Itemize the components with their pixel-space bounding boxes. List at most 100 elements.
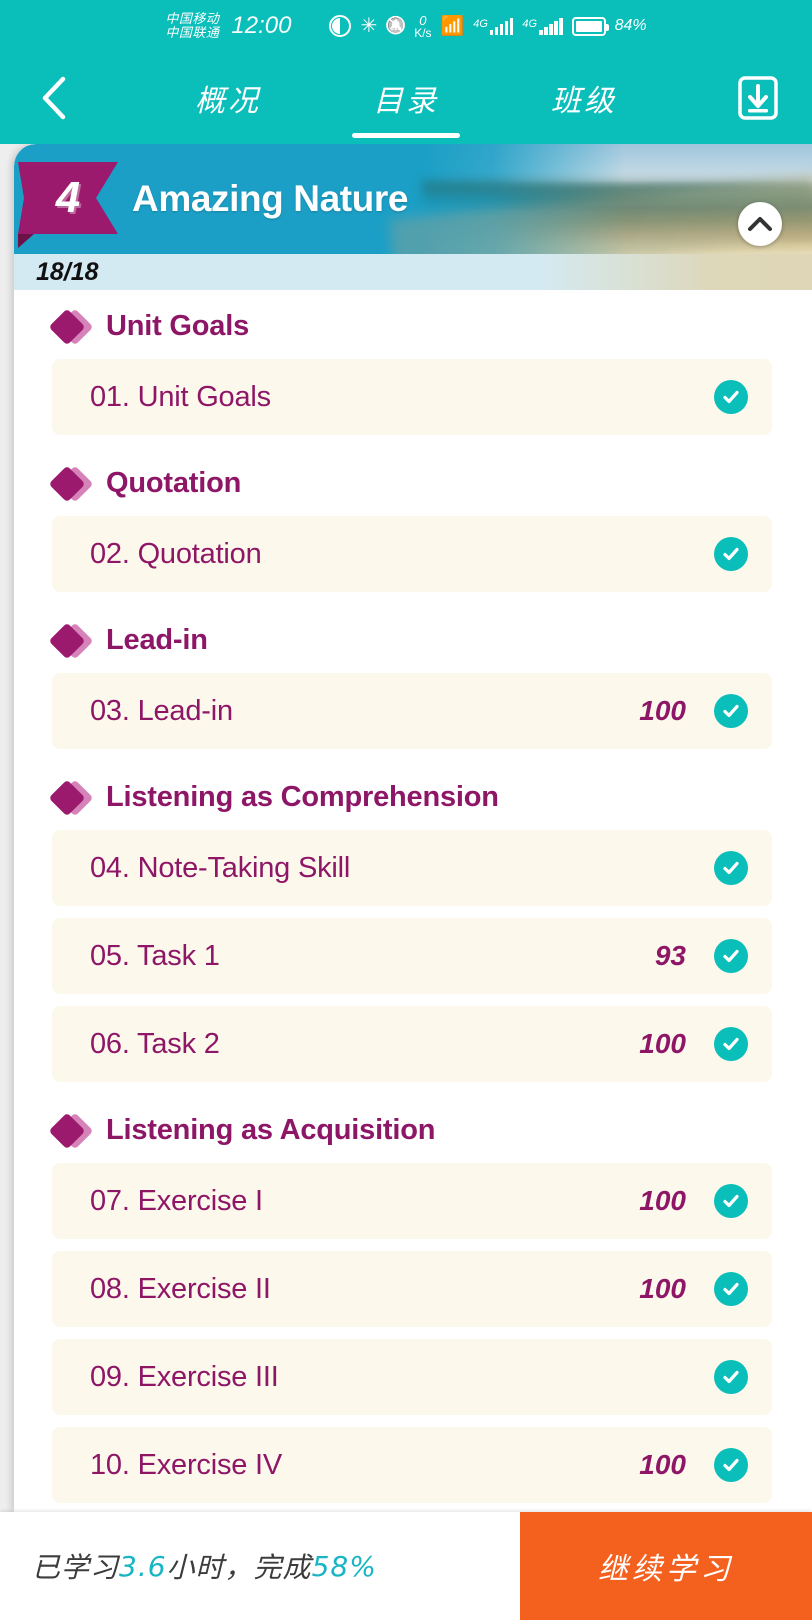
signal-bars-2-icon <box>539 17 563 35</box>
list-item-score: 100 <box>639 1273 686 1304</box>
summary-percent: 58% <box>311 1549 377 1583</box>
app-root: 中国移动 中国联通 12:00 ✳ 0 K/s 📶 4G 4G 84% <box>0 0 812 1620</box>
collapse-unit-button[interactable] <box>738 202 782 246</box>
section-header: Listening as Acquisition <box>14 1094 812 1163</box>
network-speed-value: 0 <box>419 12 427 28</box>
carrier-names: 中国移动 中国联通 <box>165 12 219 39</box>
list-item-label: 02. Quotation <box>90 537 262 570</box>
status-bar-left: 中国移动 中国联通 12:00 <box>165 12 291 40</box>
summary-middle: 小时，完成 <box>166 1551 312 1584</box>
chevron-up-icon <box>748 217 772 231</box>
unit-progress-count: 18/18 <box>36 257 99 286</box>
list-item-label: 08. Exercise II <box>90 1272 271 1305</box>
status-bar-right: ✳ 0 K/s 📶 4G 4G 84% <box>329 14 647 39</box>
list-item[interactable]: 07. Exercise I 100 <box>52 1163 772 1239</box>
diamond-bullet-icon <box>52 782 92 814</box>
completed-check-icon <box>714 1272 748 1306</box>
list-item-label: 05. Task 1 <box>90 939 220 972</box>
section-header: Unit Goals <box>14 290 812 359</box>
list-item-label: 06. Task 2 <box>90 1027 220 1060</box>
completed-check-icon <box>714 1360 748 1394</box>
tab-contents[interactable]: 目录 <box>373 52 439 144</box>
list-item-score: 100 <box>639 1185 686 1216</box>
lesson-list: Unit Goals 01. Unit Goals Quotation 02. … <box>14 290 812 1512</box>
wifi-icon: 📶 <box>440 16 465 37</box>
diamond-bullet-icon <box>52 625 92 657</box>
completed-check-icon <box>714 1184 748 1218</box>
bottom-bar: 已学习 3.6 小时，完成 58% 继续学习 <box>0 1512 812 1620</box>
section-title: Listening as Comprehension <box>106 781 499 813</box>
summary-prefix: 已学习 <box>32 1551 120 1584</box>
diamond-bullet-icon <box>52 311 92 343</box>
completed-check-icon <box>714 380 748 414</box>
list-item[interactable]: 10. Exercise IV 100 <box>52 1427 772 1503</box>
content-scroll-area[interactable]: 4 Amazing Nature 18/18 Unit Goals 01. Un… <box>0 144 812 1512</box>
section-title: Listening as Acquisition <box>106 1114 436 1146</box>
section-header: Listening as Comprehension <box>14 761 812 830</box>
bell-muted-icon <box>386 16 405 37</box>
completed-check-icon <box>714 694 748 728</box>
network-speed-unit: K/s <box>414 25 432 40</box>
list-item[interactable]: 02. Quotation <box>52 516 772 592</box>
bluetooth-icon: ✳ <box>360 15 378 37</box>
list-item-score: 100 <box>639 695 686 726</box>
completed-check-icon <box>714 537 748 571</box>
network-speed-indicator: 0 K/s <box>414 14 431 39</box>
diamond-bullet-icon <box>52 468 92 500</box>
battery-icon <box>571 16 609 36</box>
carrier-1: 中国移动 <box>165 11 220 27</box>
list-item-label: 07. Exercise I <box>90 1184 263 1217</box>
diamond-bullet-icon <box>52 1115 92 1147</box>
status-bar: 中国移动 中国联通 12:00 ✳ 0 K/s 📶 4G 4G 84% <box>0 0 812 52</box>
signal-1-group: 4G <box>473 17 514 35</box>
list-item-label: 09. Exercise III <box>90 1360 279 1393</box>
summary-hours: 3.6 <box>119 1549 167 1583</box>
list-item[interactable]: 05. Task 1 93 <box>52 918 772 994</box>
list-item-score: 100 <box>639 1028 686 1059</box>
list-item-label: 04. Note-Taking Skill <box>90 851 351 884</box>
progress-strip-photo-fade <box>422 254 812 290</box>
list-item[interactable]: 09. Exercise III <box>52 1339 772 1415</box>
signal-bars-1-icon <box>489 17 514 35</box>
completed-check-icon <box>714 939 748 973</box>
tab-overview[interactable]: 概况 <box>195 52 261 144</box>
list-item[interactable]: 08. Exercise II 100 <box>52 1251 772 1327</box>
chevron-left-icon <box>42 76 66 120</box>
list-item[interactable]: 06. Task 2 100 <box>52 1006 772 1082</box>
top-navigation-bar: 概况 目录 班级 <box>0 52 812 144</box>
list-item-score: 93 <box>654 940 686 971</box>
unit-title: Amazing Nature <box>132 178 409 219</box>
status-clock: 12:00 <box>231 12 292 39</box>
signal-2-group: 4G <box>522 17 563 35</box>
download-button[interactable] <box>730 70 786 126</box>
tab-class[interactable]: 班级 <box>551 52 617 144</box>
list-item[interactable]: 03. Lead-in 100 <box>52 673 772 749</box>
network-type-2-label: 4G <box>522 17 538 30</box>
section-header: Lead-in <box>14 604 812 673</box>
list-item-label: 10. Exercise IV <box>90 1448 283 1481</box>
unit-hero-card[interactable]: 4 Amazing Nature <box>14 144 812 254</box>
continue-study-button[interactable]: 继续学习 <box>520 1512 812 1620</box>
tab-strip: 概况 目录 班级 <box>82 52 730 144</box>
list-item-label: 03. Lead-in <box>90 694 233 727</box>
carrier-2: 中国联通 <box>165 25 220 40</box>
section-title: Quotation <box>106 467 242 499</box>
list-item-label: 01. Unit Goals <box>90 380 271 413</box>
section-header: Quotation <box>14 447 812 516</box>
completed-check-icon <box>714 1448 748 1482</box>
unit-sheet: 4 Amazing Nature 18/18 Unit Goals 01. Un… <box>14 144 812 1512</box>
list-item[interactable]: 04. Note-Taking Skill <box>52 830 772 906</box>
study-progress-summary: 已学习 3.6 小时，完成 58% <box>0 1512 520 1620</box>
section-title: Lead-in <box>106 624 208 656</box>
list-item-score: 100 <box>639 1449 686 1480</box>
network-type-1-label: 4G <box>473 17 488 30</box>
download-icon <box>738 76 778 120</box>
battery-percent: 84% <box>614 17 647 34</box>
completed-check-icon <box>714 1027 748 1061</box>
list-item[interactable]: 01. Unit Goals <box>52 359 772 435</box>
section-title: Unit Goals <box>106 310 250 342</box>
unit-progress-strip: 18/18 <box>14 254 812 290</box>
eye-icon <box>329 15 352 37</box>
completed-check-icon <box>714 851 748 885</box>
back-button[interactable] <box>26 70 82 126</box>
